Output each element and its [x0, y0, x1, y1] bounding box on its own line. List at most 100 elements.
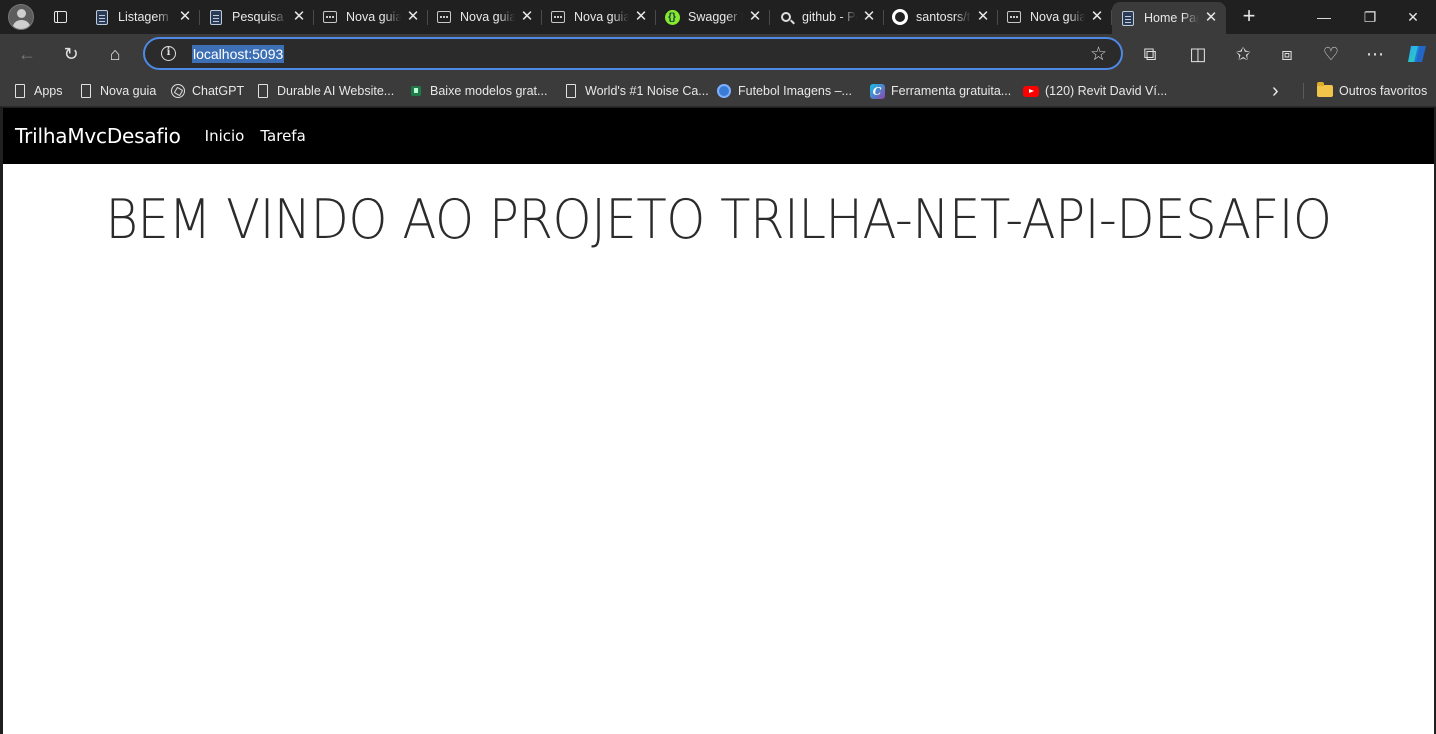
green-icon	[408, 83, 424, 99]
bookmark-baixe-modelos[interactable]: Baixe modelos grat...	[408, 81, 547, 101]
bookmarks-overflow-chevron-icon[interactable]: ›	[1272, 80, 1279, 102]
tab-title: Listagem de Tarefas	[118, 10, 173, 24]
bookmark-ferramenta[interactable]: C Ferramenta gratuita...	[869, 81, 1011, 101]
tab-github-search[interactable]: github - Pesquisar ✕	[770, 0, 884, 34]
bookmark-apps[interactable]: Apps	[12, 81, 63, 101]
bookmark-futebol[interactable]: Futebol Imagens –...	[716, 81, 852, 101]
close-icon[interactable]: ✕	[861, 9, 877, 25]
tab-nova-guia[interactable]: Nova guia ✕	[314, 0, 428, 34]
tab-strip: Listagem de Tarefas ✕ Pesquisa por ✕ Nov…	[0, 0, 1436, 34]
nav-link-inicio[interactable]: Inicio	[205, 127, 245, 145]
maximize-button[interactable]: ❐	[1347, 0, 1393, 34]
bookmark-label: Durable AI Website...	[277, 84, 395, 98]
canva-icon: C	[869, 83, 885, 99]
tab-title: Nova guia	[346, 10, 401, 24]
extensions-icon[interactable]: ⧉	[1136, 40, 1164, 68]
tab-nova-guia[interactable]: Nova guia ✕	[428, 0, 542, 34]
site-info-icon[interactable]: i	[161, 46, 176, 61]
new-tab-icon	[550, 9, 566, 25]
site-navbar: TrilhaMvcDesafio Inicio Tarefa	[3, 108, 1434, 164]
folder-icon	[1317, 82, 1333, 99]
bookmark-label: Nova guia	[100, 84, 157, 98]
favorites-icon[interactable]: ✩	[1229, 40, 1257, 68]
bookmark-label: Futebol Imagens –...	[738, 84, 852, 98]
swagger-icon: {}	[664, 9, 680, 25]
tab-title: Nova guia	[1030, 10, 1085, 24]
page-icon	[563, 83, 579, 99]
close-icon[interactable]: ✕	[975, 9, 991, 25]
tab-title: github - Pesquisar	[802, 10, 857, 24]
bookmarks-divider	[1303, 83, 1304, 99]
tab-swagger[interactable]: {} Swagger UI ✕	[656, 0, 770, 34]
refresh-icon[interactable]: ↻	[57, 40, 85, 68]
new-tab-icon	[1006, 9, 1022, 25]
close-icon[interactable]: ✕	[177, 9, 193, 25]
page-icon	[78, 83, 94, 99]
address-bar[interactable]: i localhost:5093 ☆	[143, 37, 1123, 70]
address-url[interactable]: localhost:5093	[192, 45, 285, 63]
bookmark-label: ChatGPT	[192, 84, 245, 98]
tab-title: santosrs/trilha	[916, 10, 971, 24]
new-tab-icon	[436, 9, 452, 25]
collections-icon[interactable]: ⧈	[1273, 40, 1301, 68]
search-icon	[778, 9, 794, 25]
page-viewport: TrilhaMvcDesafio Inicio Tarefa BEM VINDO…	[0, 108, 1436, 734]
bookmark-label: Apps	[34, 84, 63, 98]
bookmark-chatgpt[interactable]: ChatGPT	[170, 81, 244, 101]
document-icon	[1120, 10, 1136, 26]
tab-nova-guia[interactable]: Nova guia ✕	[998, 0, 1112, 34]
tab-title: Nova guia	[460, 10, 515, 24]
close-icon[interactable]: ✕	[291, 9, 307, 25]
grid-icon	[12, 83, 28, 99]
tab-pesquisa[interactable]: Pesquisa por ✕	[200, 0, 314, 34]
tab-title: Home Page	[1144, 11, 1199, 25]
home-icon[interactable]: ⌂	[101, 40, 129, 68]
close-icon[interactable]: ✕	[405, 9, 421, 25]
tab-listagem[interactable]: Listagem de Tarefas ✕	[86, 0, 200, 34]
bookmark-nova-guia[interactable]: Nova guia	[78, 81, 156, 101]
copilot-icon[interactable]	[1403, 40, 1431, 68]
document-icon	[94, 9, 110, 25]
new-tab-button[interactable]: +	[1234, 2, 1264, 32]
more-options-icon[interactable]: ⋯	[1361, 40, 1389, 68]
close-icon[interactable]: ✕	[1089, 9, 1105, 25]
favorite-star-icon[interactable]: ☆	[1090, 43, 1107, 66]
ball-icon	[716, 83, 732, 99]
tab-title: Pesquisa por	[232, 10, 287, 24]
bookmark-label: Outros favoritos	[1339, 84, 1428, 98]
document-icon	[208, 9, 224, 25]
tab-home-page[interactable]: Home Page ✕	[1112, 2, 1226, 34]
split-screen-icon[interactable]: ◫	[1184, 40, 1212, 68]
page-icon	[255, 83, 271, 99]
tab-github-repo[interactable]: santosrs/trilha ✕	[884, 0, 998, 34]
tab-actions-icon	[53, 11, 67, 23]
bookmark-label: World's #1 Noise Ca...	[585, 84, 709, 98]
bookmark-other-favorites[interactable]: Outros favoritos	[1317, 81, 1427, 101]
tab-actions-button[interactable]	[48, 5, 72, 29]
close-window-button[interactable]: ✕	[1390, 0, 1436, 34]
close-icon[interactable]: ✕	[519, 9, 535, 25]
minimize-button[interactable]: —	[1301, 0, 1347, 34]
bookmark-label: Ferramenta gratuita...	[891, 84, 1012, 98]
navbar-brand[interactable]: TrilhaMvcDesafio	[15, 124, 181, 148]
bookmark-revit[interactable]: (120) Revit David Ví...	[1023, 81, 1167, 101]
bookmark-label: Baixe modelos grat...	[430, 84, 548, 98]
tab-nova-guia[interactable]: Nova guia ✕	[542, 0, 656, 34]
profile-avatar[interactable]	[8, 4, 34, 30]
close-icon[interactable]: ✕	[633, 9, 649, 25]
new-tab-icon	[322, 9, 338, 25]
page-title: BEM VINDO AO PROJETO TRILHA-NET-API-DESA…	[105, 188, 1332, 251]
close-icon[interactable]: ✕	[1203, 10, 1219, 26]
browser-essentials-icon[interactable]: ♡	[1317, 40, 1345, 68]
back-icon[interactable]: ←	[13, 40, 41, 68]
bookmark-label: (120) Revit David Ví...	[1045, 84, 1168, 98]
browser-toolbar: ← ↻ ⌂ i localhost:5093 ☆ ⧉ ◫ ✩ ⧈ ♡ ⋯	[0, 34, 1436, 74]
youtube-icon	[1023, 83, 1039, 99]
nav-link-tarefa[interactable]: Tarefa	[260, 127, 305, 145]
bookmark-noise[interactable]: World's #1 Noise Ca...	[563, 81, 709, 101]
close-icon[interactable]: ✕	[747, 9, 763, 25]
bookmark-durable[interactable]: Durable AI Website...	[255, 81, 394, 101]
tab-title: Nova guia	[574, 10, 629, 24]
bookmarks-bar: Apps Nova guia ChatGPT Durable AI Websit…	[0, 74, 1436, 107]
tab-title: Swagger UI	[688, 10, 743, 24]
